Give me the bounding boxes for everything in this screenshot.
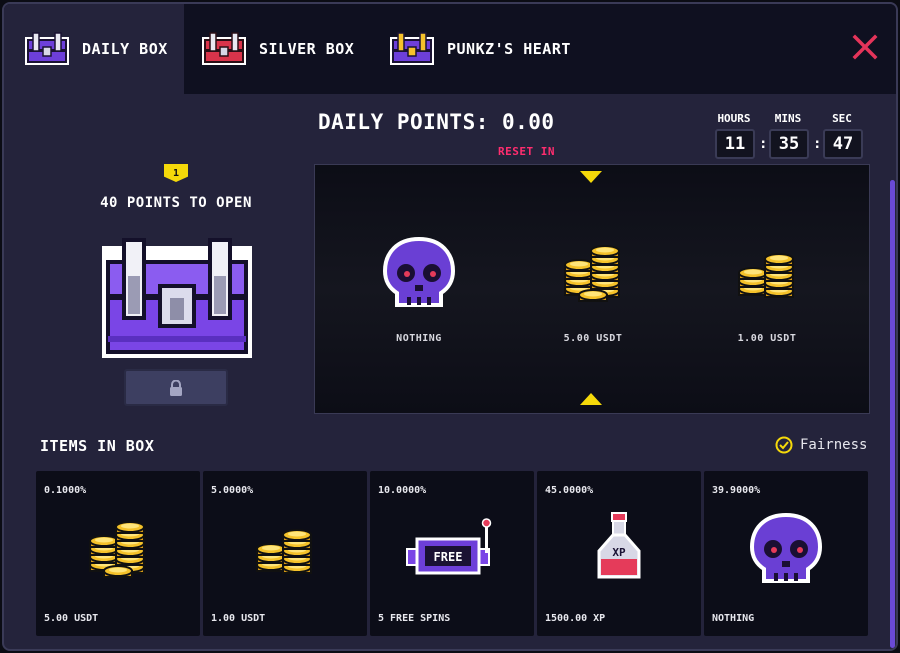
reel-item-label: NOTHING	[396, 333, 442, 344]
skull-icon	[382, 236, 456, 307]
hours-label: HOURS	[717, 112, 751, 125]
tab-bar: DAILY BOX SILVER BOX PUNKZ'S HEART	[4, 4, 896, 94]
open-box-button[interactable]	[124, 369, 228, 406]
tab-label: PUNKZ'S HEART	[447, 40, 571, 58]
item-chance: 5.0000%	[211, 485, 254, 496]
tab-silver-box[interactable]: SILVER BOX	[199, 4, 354, 94]
items-in-box-title: ITEMS IN BOX	[40, 437, 155, 455]
tab-punkzs-heart[interactable]: PUNKZ'S HEART	[387, 4, 571, 94]
item-card: 10.0000% FREE 5 FREE SPINS	[370, 471, 534, 636]
reel-item-label: 5.00 USDT	[563, 333, 623, 344]
item-card: 39.9000% NOTHING	[704, 471, 868, 636]
fairness-link[interactable]: Fairness	[775, 436, 867, 454]
sec-value: 47	[823, 129, 863, 159]
reel-pointer-bottom	[580, 393, 602, 405]
daily-box-chest-image	[102, 238, 252, 358]
item-name: 1500.00 XP	[545, 613, 606, 624]
reel-item: NOTHING	[349, 235, 489, 344]
item-name: 5 FREE SPINS	[378, 613, 451, 624]
reset-in-label: RESET IN	[498, 145, 555, 158]
item-chance: 10.0000%	[378, 485, 427, 496]
gold-chest-icon	[390, 32, 434, 65]
reel-pointer-top	[580, 171, 602, 183]
item-card: 0.1000% 5.00 USDT	[36, 471, 200, 636]
coin-stack-large-icon	[89, 521, 145, 578]
red-chest-icon	[202, 32, 246, 65]
reel-item-label: 1.00 USDT	[737, 333, 797, 344]
scrollbar-thumb[interactable]	[890, 180, 895, 648]
close-icon[interactable]	[852, 34, 878, 60]
fairness-label: Fairness	[800, 437, 868, 453]
reel-item: 5.00 USDT	[523, 235, 663, 344]
prize-reel: NOTHING 5.00 USDT 1.00 USDT	[314, 164, 870, 414]
points-to-open-label: 40 POINTS TO OPEN	[100, 195, 252, 211]
coin-stack-large-icon	[564, 245, 620, 302]
sec-label: SEC	[832, 112, 852, 125]
item-chance: 0.1000%	[44, 485, 87, 496]
check-circle-icon	[775, 436, 793, 454]
hours-value: 11	[715, 129, 755, 159]
slot-text: FREE	[434, 550, 463, 564]
level-badge: 1	[164, 164, 188, 182]
coin-stack-small-icon	[738, 253, 794, 298]
time-separator: :	[813, 136, 822, 152]
item-card: 45.0000% XP 1500.00 XP	[537, 471, 701, 636]
skull-icon	[749, 512, 823, 583]
item-name: NOTHING	[712, 613, 755, 624]
item-card: 5.0000% 1.00 USDT	[203, 471, 367, 636]
lock-icon	[170, 379, 182, 396]
tab-label: SILVER BOX	[259, 40, 355, 58]
coin-stack-small-icon	[256, 529, 312, 574]
daily-box-modal: DAILY BOX SILVER BOX PUNKZ'S HEART DAILY…	[2, 2, 898, 651]
item-chance: 45.0000%	[545, 485, 594, 496]
tab-daily-box[interactable]: DAILY BOX	[4, 4, 184, 94]
slot-machine-icon: FREE	[406, 518, 492, 575]
time-separator: :	[759, 136, 768, 152]
tab-label: DAILY BOX	[82, 40, 168, 58]
item-chance: 39.9000%	[712, 485, 761, 496]
potion-text: XP	[612, 546, 626, 559]
purple-chest-icon	[25, 32, 69, 65]
xp-potion-icon: XP	[597, 512, 641, 579]
mins-label: MINS	[774, 112, 802, 125]
mins-value: 35	[769, 129, 809, 159]
item-name: 5.00 USDT	[44, 613, 99, 624]
reel-item: 1.00 USDT	[697, 235, 837, 344]
daily-points-title: DAILY POINTS: 0.00	[318, 110, 555, 134]
item-name: 1.00 USDT	[211, 613, 266, 624]
